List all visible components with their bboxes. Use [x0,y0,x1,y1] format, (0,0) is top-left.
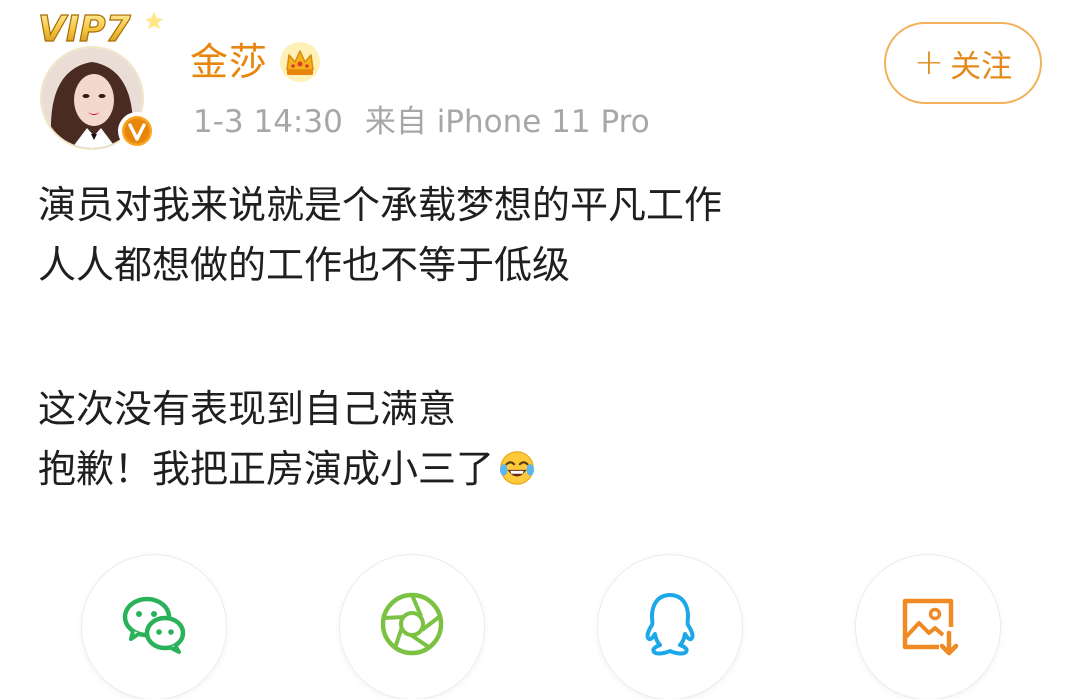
post-text-line: 演员对我来说就是个承载梦想的平凡工作 [38,183,723,227]
share-wechat-button[interactable] [82,555,226,699]
post-text-line: 抱歉！我把正房演成小三了 [38,447,495,491]
vip-badge-icon: VIP7 [37,8,163,48]
share-moments-button[interactable] [340,555,484,699]
post-text-line: 人人都想做的工作也不等于低级 [38,243,571,287]
post-text-blank-line [38,295,1038,379]
svg-text:VIP7: VIP7 [38,9,131,48]
post-meta: 1-3 14:30 来自 iPhone 11 Pro [193,100,650,144]
post-header: VIP7 金莎 1-3 14:30 来自 iPhone 11 Pro + 关注 [0,0,1080,160]
post-text: 演员对我来说就是个承载梦想的平凡工作 人人都想做的工作也不等于低级 这次没有表现… [38,175,1038,499]
author-name[interactable]: 金莎 [190,38,268,86]
laughing-tears-emoji [499,451,535,485]
follow-button-label: 关注 [950,48,1013,85]
share-qq-button[interactable] [598,555,742,699]
moments-icon [380,592,444,656]
post-timestamp: 1-3 14:30 [193,104,343,140]
save-image-icon [902,598,959,656]
avatar-container[interactable]: VIP7 [28,8,168,150]
post-source-prefix: 来自 [364,104,427,140]
post-text-last-line: 抱歉！我把正房演成小三了 [38,439,1038,499]
post-text-line: 这次没有表现到自己满意 [38,387,457,431]
plus-icon: + [913,42,945,83]
author-row: 金莎 [190,38,322,86]
crown-icon [280,42,321,82]
save-image-button[interactable] [856,555,1000,699]
qq-icon [645,593,695,656]
post-source-device: iPhone 11 Pro [436,104,650,140]
follow-button[interactable]: + 关注 [884,22,1042,104]
verified-v-icon [118,112,156,150]
wechat-icon [122,596,186,654]
share-bar [0,555,1080,699]
